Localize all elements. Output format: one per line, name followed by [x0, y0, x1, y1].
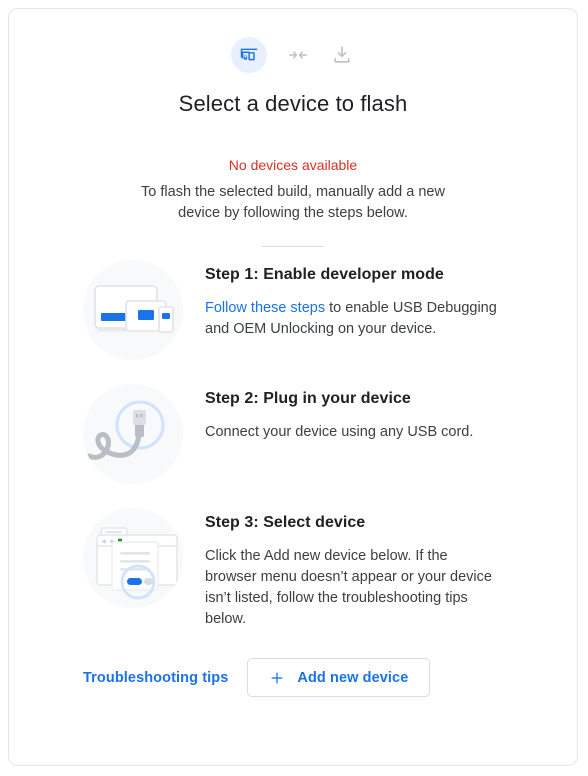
step-title-3: Step 3: Select device — [205, 514, 366, 531]
devices-icon — [231, 37, 267, 73]
step-title-2: Step 2: Plug in your device — [205, 390, 411, 407]
step-item-1: Step 1: Enable developer mode Follow the… — [83, 260, 503, 360]
step-body-1: Step 1: Enable developer mode Follow the… — [205, 260, 503, 340]
header-icon-row — [231, 35, 355, 75]
step-title-1: Step 1: Enable developer mode — [205, 266, 444, 283]
steps-list: Step 1: Enable developer mode Follow the… — [83, 260, 503, 654]
no-devices-status: No devices available — [228, 157, 358, 173]
follow-these-steps-link[interactable]: Follow these steps — [205, 300, 325, 316]
merge-arrows-icon — [285, 42, 311, 68]
step-text-1: Follow these steps to enable USB Debuggi… — [205, 298, 503, 340]
step-item-3: Step 3: Select device Click the Add new … — [83, 508, 503, 630]
device-selection-card: Select a device to flash No devices avai… — [8, 8, 578, 766]
add-new-device-button[interactable]: Add new device — [247, 658, 431, 697]
page-title: Select a device to flash — [178, 91, 408, 116]
troubleshooting-tips-button[interactable]: Troubleshooting tips — [83, 670, 228, 686]
download-icon — [329, 42, 355, 68]
devices-illustration — [83, 260, 183, 360]
usb-cable-illustration — [83, 384, 183, 484]
footer-actions: Troubleshooting tips Add new device — [83, 658, 503, 697]
step-text-2: Connect your device using any USB cord. — [205, 424, 474, 440]
plus-icon — [269, 670, 285, 686]
step-body-3: Step 3: Select device Click the Add new … — [205, 508, 503, 630]
step-body-2: Step 2: Plug in your device Connect your… — [205, 384, 503, 443]
browser-document-illustration — [83, 508, 183, 608]
add-new-device-label: Add new device — [297, 669, 409, 686]
instructions-text: To flash the selected build, manually ad… — [141, 184, 445, 221]
step-item-2: Step 2: Plug in your device Connect your… — [83, 384, 503, 484]
step-text-3: Click the Add new device below. If the b… — [205, 548, 492, 627]
divider — [262, 246, 324, 247]
